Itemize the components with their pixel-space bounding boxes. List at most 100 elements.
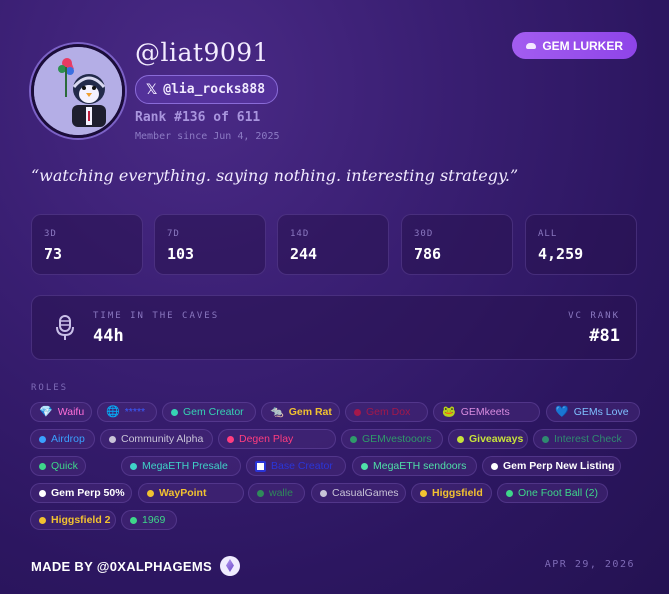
orb-icon: 🌐 (106, 405, 120, 418)
role-label: Gem Creator (183, 406, 244, 418)
role-pill: 1969 (121, 510, 177, 530)
role-label: MegaETH sendoors (373, 460, 467, 472)
role-label: GEMkeets (460, 406, 510, 418)
role-pill: Higgsfield 2 (30, 510, 116, 530)
role-dot-icon (39, 462, 46, 470)
role-label: One Foot Ball (2) (518, 487, 598, 499)
stat-label: 14D (290, 229, 310, 239)
role-pill: 🌐 ***** (97, 402, 157, 422)
role-dot-icon (361, 462, 368, 470)
username: @liat9091 (135, 38, 270, 67)
role-label: Gem Dox (366, 406, 411, 418)
stat-card-3d: 3D 73 (31, 214, 143, 275)
avatar (31, 44, 125, 138)
stat-label: ALL (538, 229, 558, 239)
role-pill: Airdrop (30, 429, 95, 449)
made-by-text: MADE BY @0XALPHAGEMS (31, 558, 212, 574)
role-label: Gem Perp New Listing (503, 460, 615, 472)
stat-label: 7D (167, 229, 180, 239)
role-label: WayPoint (159, 487, 207, 499)
stat-value: 786 (414, 245, 442, 263)
role-pill: Giveaways (448, 429, 528, 449)
stat-card-7d: 7D 103 (154, 214, 266, 275)
role-label: Base Creator (271, 460, 333, 472)
footer-date: APR 29, 2026 (544, 559, 635, 570)
stat-card-all: ALL 4,259 (525, 214, 637, 275)
role-dot-icon (542, 435, 549, 443)
role-dot-icon (109, 435, 116, 443)
role-pill: 🐸 GEMkeets (433, 402, 540, 422)
x-handle-text: @lia_rocks888 (163, 82, 266, 97)
role-dot-icon (491, 462, 498, 470)
stat-card-14d: 14D 244 (277, 214, 389, 275)
gem-logo-icon (219, 556, 240, 576)
role-pill: MegaETH Presale (121, 456, 241, 476)
role-pill: Interest Check (533, 429, 637, 449)
gem-lurker-badge: GEM LURKER (512, 32, 637, 59)
role-pill: Gem Dox (345, 402, 428, 422)
stat-value: 4,259 (538, 245, 584, 263)
role-pill: Gem Perp New Listing (482, 456, 621, 476)
role-pill: Gem Perp 50% (30, 483, 132, 503)
heart-icon: 💙 (555, 405, 569, 418)
role-pill: Gem Creator (162, 402, 256, 422)
role-pill: MegaETH sendoors (352, 456, 477, 476)
role-dot-icon (457, 435, 464, 443)
role-dot-icon (354, 408, 361, 416)
profile-quote: “watching everything. saying nothing. in… (31, 166, 519, 185)
role-pill: Community Alpha (100, 429, 213, 449)
role-dot-icon (147, 489, 154, 497)
role-pill: Higgsfield (411, 483, 492, 503)
badge-label: GEM LURKER (542, 38, 623, 53)
eye-icon (526, 42, 537, 49)
member-since: Member since Jun 4, 2025 (135, 131, 280, 142)
vc-rank-value: #81 (589, 326, 620, 346)
role-label: Waifu (57, 406, 85, 418)
role-label: GEMvestooors (362, 433, 432, 445)
rank-text: Rank #136 of 611 (135, 110, 261, 125)
role-pill: One Foot Ball (2) (497, 483, 608, 503)
square-icon (255, 460, 266, 472)
role-dot-icon (39, 435, 46, 443)
role-pill: walle (248, 483, 305, 503)
role-dot-icon (227, 435, 234, 443)
role-dot-icon (420, 489, 427, 497)
role-dot-icon (257, 489, 264, 497)
caves-time-value: 44h (93, 326, 124, 346)
role-label: Community Alpha (121, 433, 204, 445)
x-logo-icon: 𝕏 (146, 81, 158, 98)
role-label: ***** (124, 406, 146, 418)
roles-heading: ROLES (31, 383, 69, 393)
role-label: Degen Play (239, 433, 294, 445)
stat-card-30d: 30D 786 (401, 214, 513, 275)
role-pill: CasualGames (311, 483, 406, 503)
rat-icon: 🐀 (270, 405, 284, 418)
role-label: Gem Rat (288, 406, 332, 418)
stat-value: 73 (44, 245, 63, 263)
role-label: walle (269, 487, 293, 499)
role-dot-icon (506, 489, 513, 497)
role-label: Gem Perp 50% (51, 487, 125, 499)
role-label: Quick (51, 460, 78, 472)
stat-label: 30D (414, 229, 434, 239)
vc-rank-label: VC RANK (568, 311, 620, 321)
role-label: 1969 (142, 514, 166, 526)
role-pill: WayPoint (138, 483, 244, 503)
stat-value: 103 (167, 245, 195, 263)
role-pill: Degen Play (218, 429, 336, 449)
role-pill: 💎 Waifu (30, 402, 92, 422)
x-handle-link[interactable]: 𝕏 @lia_rocks888 (135, 75, 279, 104)
footer-credit: MADE BY @0XALPHAGEMS (31, 556, 240, 576)
role-label: MegaETH Presale (142, 460, 228, 472)
penguin-avatar-icon (34, 47, 122, 135)
role-dot-icon (130, 516, 137, 524)
role-pill: Quick (30, 456, 86, 476)
role-label: Giveaways (469, 433, 524, 445)
caves-time-label: TIME IN THE CAVES (93, 311, 220, 321)
role-label: Airdrop (51, 433, 85, 445)
caves-panel: TIME IN THE CAVES 44h VC RANK #81 (31, 295, 637, 360)
microphone-icon (56, 315, 74, 340)
role-label: Higgsfield (432, 487, 483, 499)
role-dot-icon (350, 435, 357, 443)
role-pill: Base Creator (246, 456, 346, 476)
